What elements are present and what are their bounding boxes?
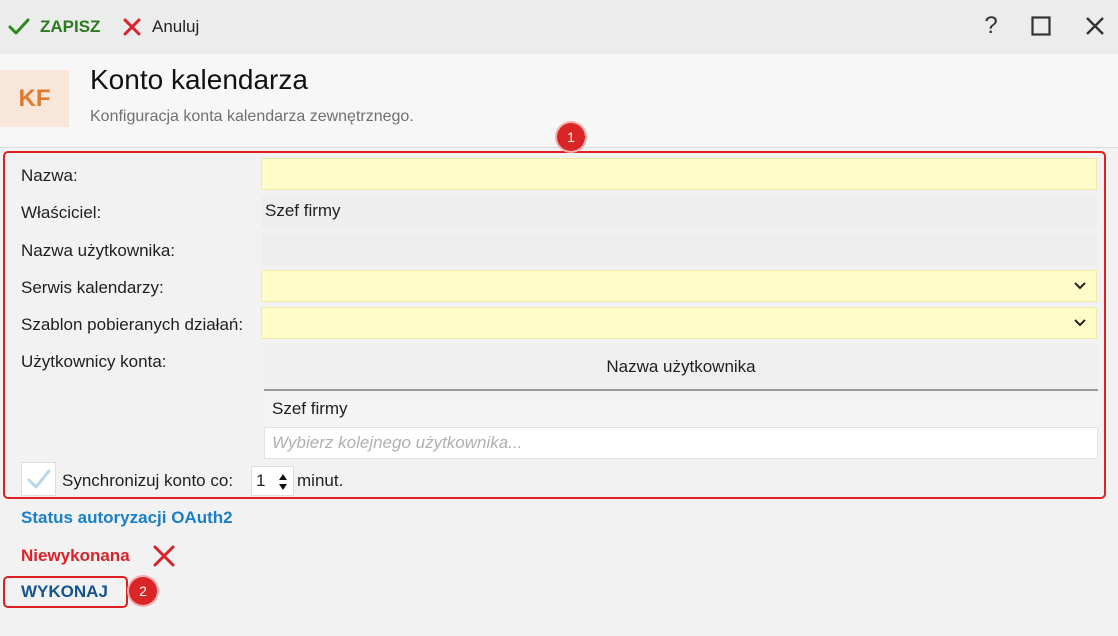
name-input[interactable] — [261, 158, 1097, 190]
save-label: ZAPISZ — [40, 17, 101, 36]
execute-button[interactable]: WYKONAJ — [21, 582, 108, 602]
help-button[interactable]: ? — [975, 10, 1007, 42]
maximize-icon — [1031, 16, 1051, 36]
owner-label: Właściciel: — [21, 203, 102, 222]
cancel-label: Anuluj — [152, 17, 200, 36]
sync-interval-stepper[interactable]: 1 — [251, 466, 294, 496]
account-users-label: Użytkownicy konta: — [21, 352, 167, 371]
annotation-marker-1: 1 — [557, 123, 585, 151]
page-subtitle: Konfiguracja konta kalendarza zewnętrzne… — [90, 108, 414, 125]
checkbox-check-icon — [27, 469, 50, 489]
close-window-button[interactable] — [1079, 10, 1111, 42]
close-icon — [1086, 17, 1104, 35]
chevron-down-icon — [1074, 282, 1086, 290]
chevron-down-icon — [1074, 319, 1086, 327]
oauth-status-link[interactable]: Status autoryzacji OAuth2 — [21, 508, 233, 528]
check-icon — [8, 18, 30, 35]
status-error-icon — [153, 545, 175, 567]
add-user-input[interactable] — [264, 427, 1098, 459]
template-select[interactable] — [261, 307, 1097, 339]
stepper-arrows-icon[interactable] — [278, 470, 288, 494]
cancel-button[interactable]: Anuluj — [122, 12, 199, 42]
username-field — [261, 233, 1097, 265]
oauth-status-text: Niewykonana — [21, 546, 130, 565]
help-icon: ? — [984, 12, 998, 39]
sync-label: Synchronizuj konto co: — [62, 471, 234, 490]
name-label: Nazwa: — [21, 166, 78, 185]
page-title: Konto kalendarza — [90, 64, 308, 95]
sync-unit: minut. — [297, 471, 344, 490]
calendar-service-label: Serwis kalendarzy: — [21, 278, 164, 297]
table-row[interactable]: Szef firmy — [264, 391, 1098, 427]
sync-interval-value: 1 — [256, 471, 266, 490]
users-column-header: Nazwa użytkownika — [606, 356, 756, 376]
annotation-marker-2: 2 — [129, 577, 157, 605]
maximize-button[interactable] — [1025, 10, 1057, 42]
owner-field: Szef firmy — [261, 195, 1097, 227]
template-label: Szablon pobieranych działań: — [21, 315, 244, 334]
user-cell: Szef firmy — [272, 399, 348, 418]
username-label: Nazwa użytkownika: — [21, 241, 176, 260]
calendar-service-select[interactable] — [261, 270, 1097, 302]
save-button[interactable]: ZAPISZ — [8, 12, 100, 42]
cross-icon — [123, 18, 141, 36]
sync-checkbox[interactable] — [21, 462, 56, 496]
app-badge: KF — [0, 70, 69, 127]
users-grid-header[interactable]: Nazwa użytkownika — [264, 344, 1098, 391]
